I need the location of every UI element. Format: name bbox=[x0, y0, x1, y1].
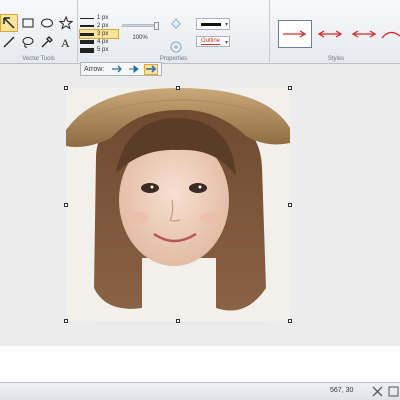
chevron-down-icon: ▾ bbox=[224, 22, 228, 28]
red-curve-arrow-icon bbox=[381, 31, 400, 39]
ribbon-toolbar: A Vector Tools Properties 1 px 2 px 3 px… bbox=[0, 0, 400, 64]
stroke-style-dropdown[interactable]: ▾ bbox=[196, 18, 230, 30]
line-tool[interactable] bbox=[0, 33, 18, 51]
photo-image[interactable] bbox=[66, 88, 290, 321]
resize-handle[interactable] bbox=[288, 319, 292, 323]
lasso-tool[interactable] bbox=[19, 33, 37, 51]
styles-label: Styles bbox=[327, 56, 345, 62]
arrow-right-icon bbox=[112, 65, 123, 73]
fit-to-window-icon[interactable] bbox=[372, 386, 383, 397]
star-tool[interactable] bbox=[57, 14, 75, 32]
style-arrow-curved[interactable] bbox=[380, 20, 400, 48]
opacity-value: 100% bbox=[132, 35, 148, 41]
eyedropper-tool[interactable] bbox=[38, 33, 56, 51]
lasso-icon bbox=[22, 37, 34, 48]
chevron-down-icon: ▾ bbox=[224, 40, 228, 46]
tool-grid: A bbox=[0, 14, 75, 51]
opacity-control: 100% bbox=[122, 22, 159, 41]
cursor-coordinates: 567, 30 bbox=[330, 387, 354, 394]
resize-handle[interactable] bbox=[176, 319, 180, 323]
select-arrow-icon bbox=[3, 17, 15, 29]
style-arrow-straight[interactable] bbox=[278, 20, 312, 48]
solid-line-icon bbox=[201, 22, 221, 26]
red-arrow-icon bbox=[283, 30, 307, 38]
resize-handle[interactable] bbox=[288, 203, 292, 207]
ellipse-icon bbox=[41, 18, 53, 28]
star-icon bbox=[59, 16, 73, 30]
rectangle-tool[interactable] bbox=[19, 14, 37, 32]
status-bar: 567, 30 bbox=[0, 382, 400, 400]
resize-handle[interactable] bbox=[64, 86, 68, 90]
line-width-option[interactable]: 2 px bbox=[80, 22, 118, 30]
resize-handle[interactable] bbox=[288, 86, 292, 90]
shadow-icon[interactable] bbox=[169, 40, 183, 54]
text-tool[interactable]: A bbox=[57, 33, 75, 51]
arrow-style-toolbar: Arrow: bbox=[80, 62, 162, 76]
vector-tools-label: Vector Tools bbox=[22, 56, 55, 62]
line-width-list: 1 px 2 px 3 px 4 px 5 px bbox=[79, 14, 119, 54]
arrow-style-2-button[interactable] bbox=[127, 64, 141, 75]
eyedropper-icon bbox=[41, 36, 53, 48]
svg-text:A: A bbox=[61, 36, 70, 49]
line-width-option-selected[interactable]: 3 px bbox=[79, 29, 119, 39]
outline-label: Outline bbox=[201, 38, 221, 45]
text-icon: A bbox=[61, 36, 70, 49]
fill-bucket-icon[interactable] bbox=[169, 16, 183, 30]
arrow-right-icon bbox=[129, 65, 140, 73]
style-arrow-double[interactable] bbox=[314, 20, 346, 48]
arrow-right-icon bbox=[146, 65, 157, 73]
line-width-option[interactable]: 1 px bbox=[80, 14, 118, 22]
rectangle-icon bbox=[22, 18, 34, 28]
effects-buttons bbox=[163, 14, 189, 54]
resize-handle[interactable] bbox=[64, 203, 68, 207]
workspace-bottom bbox=[0, 346, 400, 382]
select-arrow-tool[interactable] bbox=[0, 14, 18, 32]
styles-group: Styles bbox=[272, 0, 400, 64]
line-width-option[interactable]: 4 px bbox=[80, 38, 118, 46]
outline-dropdown[interactable]: Outline ▾ bbox=[196, 36, 230, 47]
opacity-slider[interactable] bbox=[122, 22, 159, 30]
arrow-style-1-button[interactable] bbox=[110, 64, 124, 75]
red-both-arrow-icon bbox=[351, 30, 377, 38]
line-icon bbox=[3, 36, 15, 48]
girl-with-hat-photo bbox=[66, 88, 290, 321]
vector-tools-group: A Vector Tools bbox=[0, 0, 78, 64]
resize-handle[interactable] bbox=[176, 86, 180, 90]
opacity-slider-thumb[interactable] bbox=[154, 22, 159, 30]
arrow-label: Arrow: bbox=[84, 65, 105, 73]
style-arrow-both[interactable] bbox=[348, 20, 380, 48]
resize-handle[interactable] bbox=[64, 319, 68, 323]
ellipse-tool[interactable] bbox=[38, 14, 56, 32]
zoom-icon[interactable] bbox=[388, 386, 399, 397]
line-width-option[interactable]: 5 px bbox=[80, 46, 118, 54]
red-double-arrow-icon bbox=[317, 30, 343, 38]
arrow-style-3-button[interactable] bbox=[144, 63, 159, 75]
